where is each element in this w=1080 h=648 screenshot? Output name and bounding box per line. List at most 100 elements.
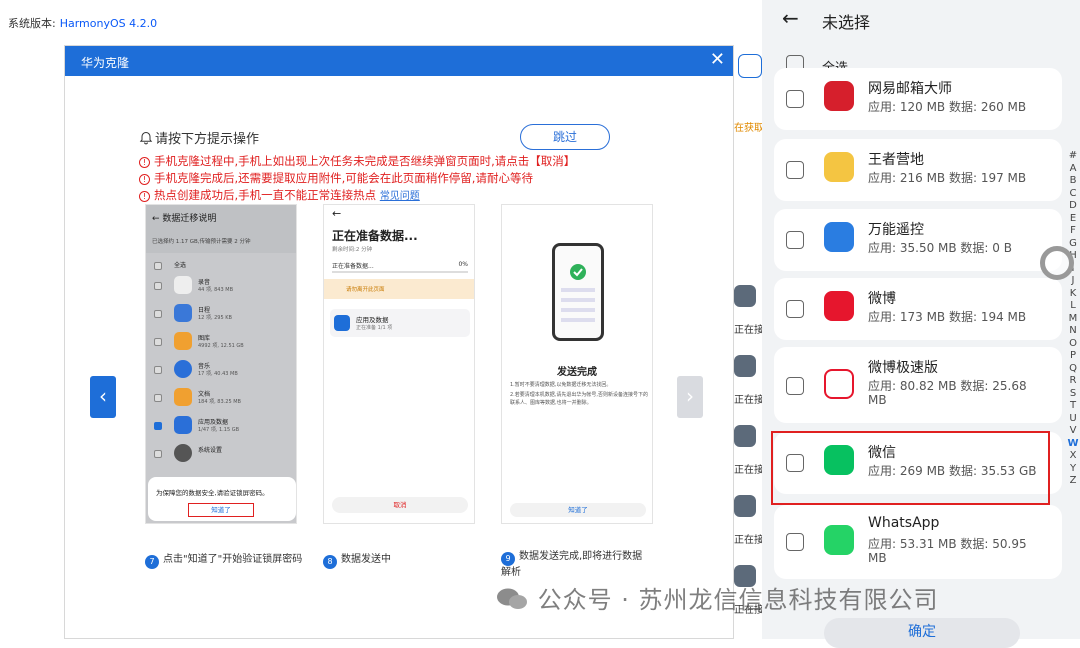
app-row-netease-mail[interactable]: 网易邮箱大师 应用: 120 MB 数据: 260 MB [774, 68, 1062, 130]
step7-header: ← 数据迁移说明 [152, 214, 217, 224]
index-letter-c[interactable]: C [1067, 188, 1079, 201]
prompt-text: 请按下方提示操作 [155, 132, 260, 147]
step7-screen: ← 数据迁移说明 已选择约 1.17 GB,传输预计需要 2 分钟 全选 录音 4… [145, 204, 297, 524]
checkbox[interactable] [786, 161, 804, 179]
list-item: 图库 4992 项, 12.51 GB [152, 329, 292, 355]
step9-screen: 发送完成 1.暂时不要清理数据,以免数据迁移无法找回。 2.若要清理本机数据,请… [501, 204, 653, 524]
warning-2: ! 手机克隆完成后,还需要提取应用附件,可能会在此页面稍作停留,请耐心等待 [139, 170, 533, 186]
prompt-row: 请按下方提示操作 [139, 128, 259, 147]
index-letter-o[interactable]: O [1067, 338, 1079, 351]
app-row-whatsapp[interactable]: WhatsApp 应用: 53.31 MB 数据: 50.95 MB [774, 505, 1062, 579]
step7-caption: 7 点击"知道了"开始验证锁屏密码 [145, 550, 302, 569]
index-letter-j[interactable]: J [1067, 275, 1079, 288]
index-letter-z[interactable]: Z [1067, 475, 1079, 488]
warning-3: ! 热点创建成功后,手机一直不能正常连接热点 常见问题 [139, 187, 420, 203]
index-letter-x[interactable]: X [1067, 450, 1079, 463]
settings-icon [174, 444, 192, 462]
document-icon [174, 388, 192, 406]
edit-icon [738, 54, 762, 78]
index-letter-n[interactable]: N [1067, 325, 1079, 338]
cancel-button: 取消 [332, 497, 468, 513]
checkbox[interactable] [786, 377, 804, 395]
index-letter-g[interactable]: G [1067, 238, 1079, 251]
index-letter-k[interactable]: K [1067, 288, 1079, 301]
step8-title: 正在准备数据... [332, 229, 418, 243]
dialog-title: 华为克隆 [81, 56, 130, 70]
wechat-highlight-box [771, 431, 1050, 505]
background-window-strip: 在获取 正在接 正在接 正在接 正在接 正在接 [734, 45, 764, 639]
skype-icon [734, 355, 756, 377]
index-letter-b[interactable]: B [1067, 175, 1079, 188]
checkbox[interactable] [786, 300, 804, 318]
index-letter-q[interactable]: Q [1067, 363, 1079, 376]
progress-bar [332, 271, 468, 273]
confirm-button[interactable]: 确定 [824, 618, 1020, 648]
list-item: 文档 184 项, 83.25 MB [152, 385, 292, 411]
system-version: 系统版本: HarmonyOS 4.2.0 [8, 15, 157, 31]
step9-desc2: 2.若要清理本机数据,请先退出华为帐号,否则新设备连接号下的联系人、图库等数据,… [510, 392, 648, 406]
step8-screen: ← 正在准备数据... 剩余时间:2 分钟 正在准备数据... 0% 请勿离开此… [323, 204, 475, 524]
index-letter-m[interactable]: M [1067, 313, 1079, 326]
step9-desc1: 1.暂时不要清理数据,以免数据迁移无法找回。 [510, 382, 612, 388]
index-letter-y[interactable]: Y [1067, 463, 1079, 476]
netease-mail-icon [824, 81, 854, 111]
notice-banner: 请勿离开此页面 [324, 279, 474, 299]
index-letter-v[interactable]: V [1067, 425, 1079, 438]
warning-icon: ! [139, 174, 150, 185]
check-icon [561, 264, 595, 322]
warning-icon: ! [139, 191, 150, 202]
weibo-icon [824, 291, 854, 321]
index-letter-p[interactable]: P [1067, 350, 1079, 363]
progress-percent: 0% [458, 261, 468, 268]
floating-ball[interactable] [1040, 246, 1074, 280]
close-icon[interactable]: ✕ [710, 49, 725, 70]
phone-app-select-panel: ← 未选择 全选 网易邮箱大师 应用: 120 MB 数据: 260 MB 王者… [762, 0, 1080, 639]
system-version-label: 系统版本: [8, 17, 56, 30]
transfer-item: 应用及数据 正在准备 1/1 项 [330, 309, 470, 337]
checkbox [154, 262, 162, 270]
back-arrow-icon: ← [332, 207, 342, 220]
checkbox[interactable] [786, 533, 804, 551]
bell-icon [139, 131, 153, 145]
skip-button[interactable]: 跳过 [520, 124, 610, 150]
app-row-weibo[interactable]: 微博 应用: 173 MB 数据: 194 MB [774, 278, 1062, 340]
got-it-button[interactable]: 知道了 [188, 503, 254, 517]
app-row-wangzhe-camp[interactable]: 王者营地 应用: 216 MB 数据: 197 MB [774, 139, 1062, 201]
list-item: 音乐 17 项, 40.43 MB [152, 357, 292, 383]
huawei-clone-dialog: 华为克隆 ✕ 请按下方提示操作 跳过 ! 手机克隆过程中,手机上如出现上次任务未完… [64, 45, 734, 639]
next-button[interactable]: › [677, 376, 703, 418]
index-letter-r[interactable]: R [1067, 375, 1079, 388]
checkbox[interactable] [786, 90, 804, 108]
music-icon [174, 360, 192, 378]
progress-label: 正在准备数据... [332, 263, 374, 270]
chat-icon [734, 425, 756, 447]
index-letter-u[interactable]: U [1067, 413, 1079, 426]
panel-title: 未选择 [822, 13, 871, 32]
list-item: 应用及数据 1/47 项, 1.15 GB [152, 413, 292, 439]
index-letter-s[interactable]: S [1067, 388, 1079, 401]
wangzhe-camp-icon [824, 152, 854, 182]
remaining-time: 剩余时间:2 分钟 [332, 247, 373, 253]
index-letter-l[interactable]: L [1067, 300, 1079, 313]
index-letter-e[interactable]: E [1067, 213, 1079, 226]
checkbox[interactable] [786, 231, 804, 249]
recorder-icon [174, 276, 192, 294]
alphabet-index[interactable]: #ABCDEFGHIJKLMNOPQRSTUVWXYZ [1067, 150, 1079, 488]
app-row-weibo-lite[interactable]: 微博极速版 应用: 80.82 MB 数据: 25.68 MB [774, 347, 1062, 423]
list-item: 日程 12 项, 295 KB [152, 301, 292, 327]
index-letter-a[interactable]: A [1067, 163, 1079, 176]
index-letter-hash[interactable]: # [1067, 150, 1079, 163]
list-item: 录音 44 项, 843 MB [152, 273, 292, 299]
apps-data-icon [174, 416, 192, 434]
app-row-universal-remote[interactable]: 万能遥控 应用: 35.50 MB 数据: 0 B [774, 209, 1062, 271]
index-letter-w[interactable]: W [1067, 438, 1079, 451]
apps-data-icon [334, 315, 350, 331]
index-letter-d[interactable]: D [1067, 200, 1079, 213]
index-letter-t[interactable]: T [1067, 400, 1079, 413]
faq-link[interactable]: 常见问题 [380, 191, 420, 202]
popup-text: 为保障您的数据安全,请验证锁屏密码。 [156, 489, 269, 497]
index-letter-f[interactable]: F [1067, 225, 1079, 238]
warning-icon: ! [139, 157, 150, 168]
previous-button[interactable]: ‹ [90, 376, 116, 418]
back-arrow-icon[interactable]: ← [782, 6, 799, 30]
